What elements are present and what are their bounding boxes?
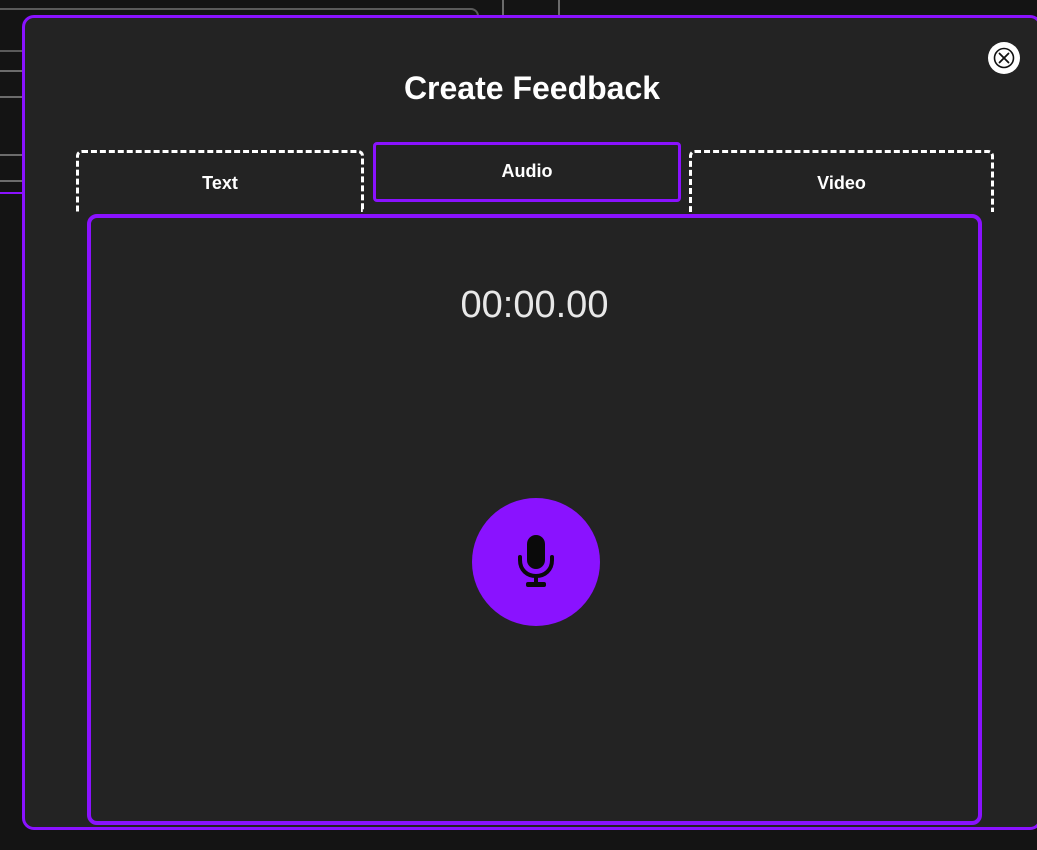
audio-recorder-panel: 00:00.00 (87, 214, 982, 825)
background-divider (0, 154, 24, 156)
background-divider (0, 180, 24, 182)
close-icon (993, 47, 1015, 69)
tab-audio-label: Audio (501, 161, 553, 181)
background-divider (502, 0, 504, 15)
tab-text-label: Text (202, 173, 238, 193)
background-divider (0, 96, 24, 98)
microphone-icon (518, 535, 554, 587)
tab-video-label: Video (817, 173, 866, 193)
tab-audio[interactable]: Audio (373, 142, 681, 202)
tab-video[interactable]: Video (689, 150, 994, 212)
recording-timer: 00:00.00 (460, 284, 609, 326)
create-feedback-modal: Create Feedback Text Audio Video 00:00.0… (22, 15, 1037, 830)
background-divider (558, 0, 560, 15)
tab-text[interactable]: Text (76, 150, 364, 212)
background-divider (0, 70, 24, 72)
modal-title: Create Feedback (403, 70, 661, 106)
background-divider (0, 192, 24, 194)
record-button[interactable] (472, 498, 600, 626)
